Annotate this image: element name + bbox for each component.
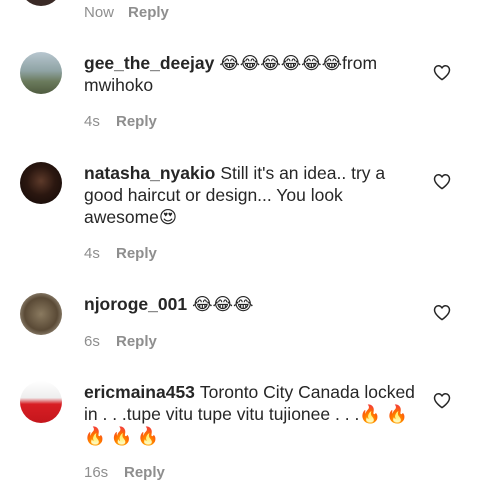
avatar[interactable]	[20, 52, 62, 94]
comment-username[interactable]: natasha_nyakio	[84, 163, 215, 183]
comment-meta: 16s Reply	[84, 464, 165, 480]
heart-icon[interactable]	[433, 304, 451, 321]
comment-text: natasha_nyakio Still it's an idea.. try a…	[84, 162, 419, 228]
comment-username[interactable]: njoroge_001	[84, 294, 187, 314]
comment-text: njoroge_001 😂😂😂	[84, 293, 419, 315]
heart-icon[interactable]	[433, 173, 451, 190]
comment-meta: 6s Reply	[84, 333, 157, 350]
avatar[interactable]	[20, 0, 62, 6]
comment-time: 6s	[84, 333, 100, 350]
heart-icon[interactable]	[433, 64, 451, 81]
comment-username[interactable]: gee_the_deejay	[84, 53, 214, 73]
comment-text: ericmaina453 Toronto City Canada locked i…	[84, 381, 419, 447]
comment-username[interactable]: ericmaina453	[84, 382, 195, 402]
reply-button[interactable]: Reply	[116, 245, 157, 262]
avatar[interactable]	[20, 381, 62, 423]
avatar[interactable]	[20, 293, 62, 335]
comment-meta: 4s Reply	[84, 245, 157, 262]
comment-meta: Now Reply	[84, 4, 169, 21]
comment-time: 16s	[84, 464, 109, 480]
reply-button[interactable]: Reply	[116, 113, 157, 130]
comment-text: gee_the_deejay 😂😂😂😂😂😂from mwihoko	[84, 52, 419, 96]
comment-body: 😂😂😂	[192, 294, 254, 314]
comment-time: 4s	[84, 245, 100, 262]
comment-meta: 4s Reply	[84, 113, 157, 130]
comment-time: 4s	[84, 113, 100, 130]
reply-button[interactable]: Reply	[128, 4, 169, 21]
reply-button[interactable]: Reply	[116, 333, 157, 350]
heart-icon[interactable]	[433, 392, 451, 409]
avatar[interactable]	[20, 162, 62, 204]
reply-button[interactable]: Reply	[124, 464, 165, 480]
comment-time: Now	[84, 4, 115, 21]
